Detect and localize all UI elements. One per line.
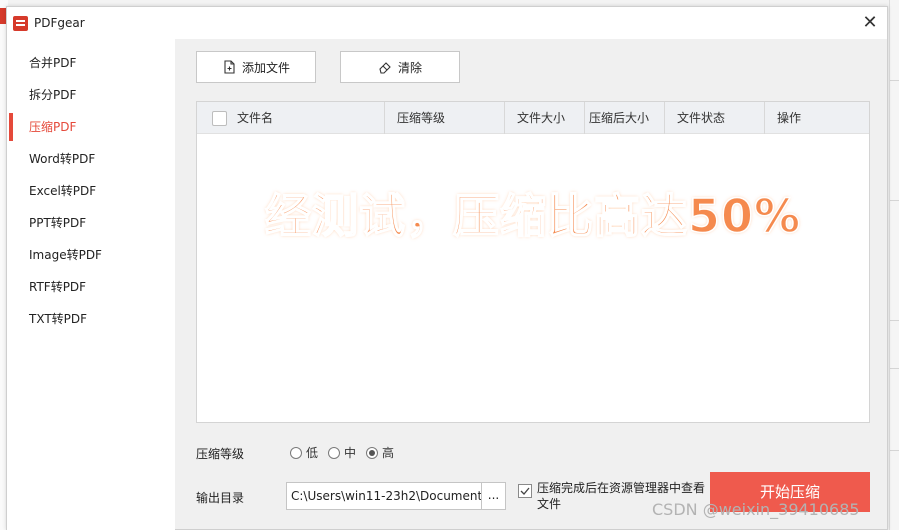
radio-dot: [290, 446, 302, 459]
clear-button[interactable]: 清除: [340, 51, 460, 83]
radio-high-label: 高: [382, 446, 395, 460]
add-file-icon: [224, 60, 235, 74]
compression-level-radio-group: 低 中 高: [290, 444, 394, 461]
sidebar-item-split-pdf[interactable]: 拆分PDF: [7, 79, 175, 111]
compression-level-label: 压缩等级: [196, 447, 245, 461]
pdfgear-logo-icon: [13, 16, 28, 31]
close-button[interactable]: ✕: [857, 11, 883, 35]
divider: [890, 80, 899, 81]
divider: [890, 368, 899, 369]
window-title: PDFgear: [34, 16, 85, 30]
add-file-label: 添加文件: [241, 60, 290, 75]
sidebar-item-excel-to-pdf[interactable]: Excel转PDF: [7, 175, 175, 207]
checkmark-icon: [520, 487, 530, 495]
sidebar-item-merge-pdf[interactable]: 合并PDF: [7, 47, 175, 79]
column-header-compressed-size[interactable]: 压缩后大小: [585, 102, 665, 134]
title-bar: PDFgear ✕: [7, 7, 887, 39]
add-file-button[interactable]: 添加文件: [196, 51, 316, 83]
sidebar-item-ppt-to-pdf[interactable]: PPT转PDF: [7, 207, 175, 239]
browse-button[interactable]: ...: [482, 482, 506, 510]
radio-medium[interactable]: 中: [328, 444, 356, 461]
watermark-text: CSDN @weixin_39410685: [652, 500, 860, 519]
sidebar-item-image-to-pdf[interactable]: Image转PDF: [7, 239, 175, 271]
column-header-size[interactable]: 文件大小: [505, 102, 585, 134]
desktop-right-edge: [889, 0, 899, 530]
radio-low-label: 低: [306, 446, 319, 460]
column-header-actions: 操作: [777, 111, 802, 125]
clear-label: 清除: [397, 60, 422, 75]
sidebar-item-compress-pdf[interactable]: 压缩PDF: [7, 111, 175, 143]
divider: [890, 200, 899, 201]
table-header: 文件名 压缩等级 文件大小 压缩后大小 文件状态 操作: [197, 102, 869, 134]
sidebar-item-txt-to-pdf[interactable]: TXT转PDF: [7, 303, 175, 335]
column-header-level[interactable]: 压缩等级: [385, 102, 505, 134]
eraser-icon: [379, 62, 391, 74]
sidebar-item-rtf-to-pdf[interactable]: RTF转PDF: [7, 271, 175, 303]
output-path-field[interactable]: C:\Users\win11-23h2\Documents: [286, 482, 482, 510]
radio-high[interactable]: 高: [366, 444, 394, 461]
sidebar-item-word-to-pdf[interactable]: Word转PDF: [7, 143, 175, 175]
column-header-filename[interactable]: 文件名: [225, 102, 385, 134]
overlay-caption: 经测试，压缩比高达50%: [264, 188, 802, 244]
radio-dot: [328, 446, 341, 459]
radio-medium-label: 中: [344, 446, 357, 460]
radio-dot-selected: [366, 446, 379, 459]
main-panel: 添加文件 清除 文件名 压缩等级 文件大小 压缩后大小 文件状态 操作 经测试，…: [175, 39, 887, 529]
sidebar: 合并PDF 拆分PDF 压缩PDF Word转PDF Excel转PDF PPT…: [7, 39, 175, 530]
app-window: PDFgear ✕ 合并PDF 拆分PDF 压缩PDF Word转PDF Exc…: [6, 6, 888, 530]
output-directory-label: 输出目录: [196, 491, 245, 505]
divider: [890, 320, 899, 321]
divider: [890, 450, 899, 451]
radio-low[interactable]: 低: [290, 444, 318, 461]
file-table: 文件名 压缩等级 文件大小 压缩后大小 文件状态 操作 经测试，压缩比高达50%: [196, 101, 870, 423]
column-header-status[interactable]: 文件状态: [665, 102, 765, 134]
open-after-checkbox[interactable]: [518, 484, 532, 498]
